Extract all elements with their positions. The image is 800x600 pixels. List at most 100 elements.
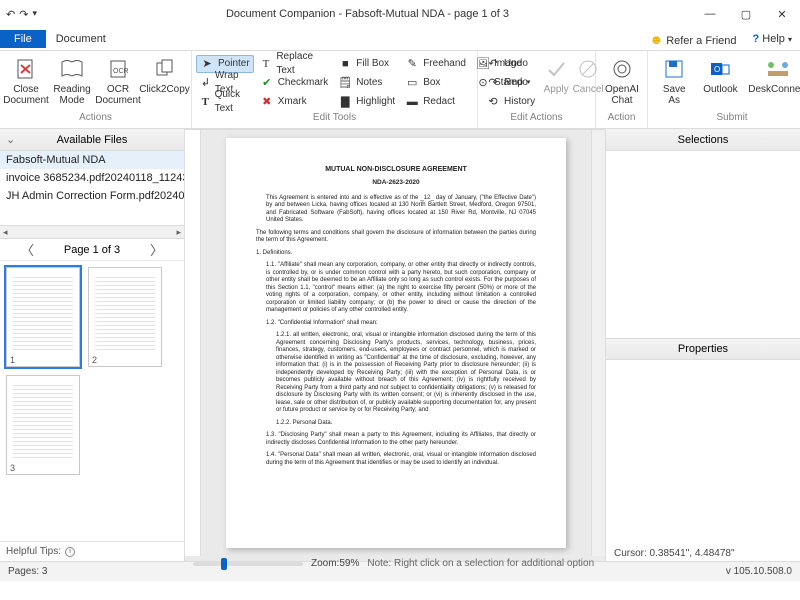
outlook-button[interactable]: O Outlook xyxy=(698,53,742,97)
openai-chat-button[interactable]: OpenAI Chat xyxy=(600,53,644,108)
menubar: File Document ☻ Refer a Friend ? Help ▾ xyxy=(0,28,800,50)
box-icon: ▭ xyxy=(405,76,419,90)
quick-text-tool[interactable]: TQuick Text xyxy=(196,93,254,111)
outlook-icon: O xyxy=(706,55,734,83)
file-list-scrollbar[interactable]: ◂▸ xyxy=(0,225,184,239)
page-navigator: 〈 Page 1 of 3 〉 xyxy=(0,239,184,261)
notes-tool[interactable]: 🗒Notes xyxy=(334,74,399,92)
xmark-icon: ✖ xyxy=(260,95,274,109)
collapse-icon[interactable]: ⌄ xyxy=(6,133,15,146)
undo-icon[interactable]: ↶ xyxy=(6,8,15,21)
file-item[interactable]: JH Admin Correction Form.pdf20240123_091… xyxy=(0,187,184,205)
minimize-button[interactable]: — xyxy=(692,0,728,28)
save-as-button[interactable]: Save As xyxy=(652,53,696,108)
close-window-button[interactable]: ✕ xyxy=(764,0,800,28)
ocr-document-button[interactable]: OCR OCR Document xyxy=(96,53,140,108)
status-pages: Pages: 3 xyxy=(0,566,55,577)
window-title: Document Companion - Fabsoft-Mutual NDA … xyxy=(43,8,692,20)
document-scroll[interactable]: MUTUAL NON-DISCLOSURE AGREEMENT NDA-2623… xyxy=(201,130,591,556)
highlight-icon: ▇ xyxy=(338,95,352,109)
fill-box-tool[interactable]: ■Fill Box xyxy=(334,55,399,73)
dropdown-icon[interactable]: ▾ xyxy=(32,8,37,21)
redact-icon: ▬ xyxy=(405,95,419,109)
maximize-button[interactable]: ▢ xyxy=(728,0,764,28)
replace-text-icon: T xyxy=(260,57,273,71)
file-item[interactable]: invoice 3685234.pdf20240118_112439_76433 xyxy=(0,169,184,187)
page-thumbnail[interactable]: 3 xyxy=(6,375,80,475)
help-label: Help xyxy=(762,33,785,45)
ribbon: Close Document Reading Mode OCR OCR Docu… xyxy=(0,51,800,129)
freehand-tool[interactable]: ✎Freehand xyxy=(401,55,470,73)
freehand-icon: ✎ xyxy=(405,57,419,71)
zoom-bar: Zoom:59% Note: Right click on a selectio… xyxy=(185,556,605,571)
help-menu[interactable]: ? Help ▾ xyxy=(745,33,800,45)
selections-header[interactable]: Selections xyxy=(606,129,800,151)
status-version: v 105.10.508.0 xyxy=(718,566,800,577)
document-viewport: MUTUAL NON-DISCLOSURE AGREEMENT NDA-2623… xyxy=(185,129,605,561)
zoom-note: Note: Right click on a selection for add… xyxy=(367,558,594,569)
properties-header[interactable]: Properties xyxy=(606,338,800,360)
openai-icon xyxy=(608,55,636,83)
refer-label: Refer a Friend xyxy=(666,35,736,47)
reading-mode-icon xyxy=(58,55,86,83)
save-as-icon xyxy=(660,55,688,83)
vertical-scrollbar[interactable] xyxy=(591,130,605,556)
close-document-icon xyxy=(12,55,40,83)
wrap-text-icon: ↲ xyxy=(200,76,211,90)
undo-icon: ↶ xyxy=(486,57,500,71)
ocr-icon: OCR xyxy=(104,55,132,83)
group-action-label: Action xyxy=(596,112,647,128)
history-button[interactable]: ⟲History xyxy=(482,93,539,111)
group-actions-label: Actions xyxy=(0,112,191,128)
close-document-button[interactable]: Close Document xyxy=(4,53,48,108)
notes-icon: 🗒 xyxy=(338,76,352,90)
svg-text:OCR: OCR xyxy=(113,68,129,75)
document-menu[interactable]: Document xyxy=(46,30,116,48)
apply-button[interactable]: Apply xyxy=(541,53,571,97)
sidebar: ⌄ Available Files Fabsoft-Mutual NDA inv… xyxy=(0,129,185,561)
zoom-slider[interactable] xyxy=(193,562,303,566)
cancel-button[interactable]: Cancel xyxy=(573,53,603,97)
right-panel: Selections Properties Cursor: 0.38541", … xyxy=(605,129,800,561)
prev-page-button[interactable]: 〈 xyxy=(21,240,34,259)
available-files-label: Available Files xyxy=(57,134,128,146)
cancel-icon xyxy=(574,55,602,83)
group-edit-tools-label: Edit Tools xyxy=(192,112,477,128)
redo-icon[interactable]: ↷ xyxy=(19,8,28,21)
svg-text:O: O xyxy=(714,65,720,74)
box-tool[interactable]: ▭Box xyxy=(401,74,470,92)
undo-button[interactable]: ↶Undo xyxy=(482,55,539,73)
page-thumbnail[interactable]: 1 xyxy=(6,267,80,367)
deskconnect-icon xyxy=(764,55,792,83)
titlebar: ↶ ↷ ▾ Document Companion - Fabsoft-Mutua… xyxy=(0,0,800,28)
redo-icon: ↷ xyxy=(486,76,500,90)
checkmark-icon: ✔ xyxy=(260,76,274,90)
highlight-tool[interactable]: ▇Highlight xyxy=(334,93,399,111)
quick-text-icon: T xyxy=(200,95,211,109)
replace-text-tool[interactable]: TReplace Text xyxy=(256,55,333,73)
next-page-button[interactable]: 〉 xyxy=(150,240,163,259)
apply-icon xyxy=(542,55,570,83)
available-files-header[interactable]: ⌄ Available Files xyxy=(0,129,184,151)
helpful-tips[interactable]: Helpful Tips: i xyxy=(0,541,184,561)
redact-tool[interactable]: ▬Redact xyxy=(401,93,470,111)
page-thumbnail[interactable]: 2 xyxy=(88,267,162,367)
checkmark-tool[interactable]: ✔Checkmark xyxy=(256,74,333,92)
xmark-tool[interactable]: ✖Xmark xyxy=(256,93,333,111)
pointer-icon: ➤ xyxy=(200,57,214,71)
file-item[interactable]: Fabsoft-Mutual NDA xyxy=(0,151,184,169)
click2copy-button[interactable]: Click2Copy xyxy=(142,53,187,97)
reading-mode-button[interactable]: Reading Mode xyxy=(50,53,94,108)
zoom-value: Zoom:59% xyxy=(311,558,359,569)
doc-title: MUTUAL NON-DISCLOSURE AGREEMENT xyxy=(256,166,536,175)
group-edit-actions-label: Edit Actions xyxy=(478,112,595,128)
fill-box-icon: ■ xyxy=(338,57,352,71)
redo-button[interactable]: ↷Redo xyxy=(482,74,539,92)
vertical-ruler xyxy=(185,130,201,556)
deskconnect-button[interactable]: DeskConnect xyxy=(744,53,800,97)
file-list: Fabsoft-Mutual NDA invoice 3685234.pdf20… xyxy=(0,151,184,205)
info-icon: i xyxy=(65,547,75,557)
selections-body xyxy=(606,151,800,338)
file-menu[interactable]: File xyxy=(0,30,46,48)
refer-friend-link[interactable]: ☻ Refer a Friend xyxy=(641,32,744,47)
